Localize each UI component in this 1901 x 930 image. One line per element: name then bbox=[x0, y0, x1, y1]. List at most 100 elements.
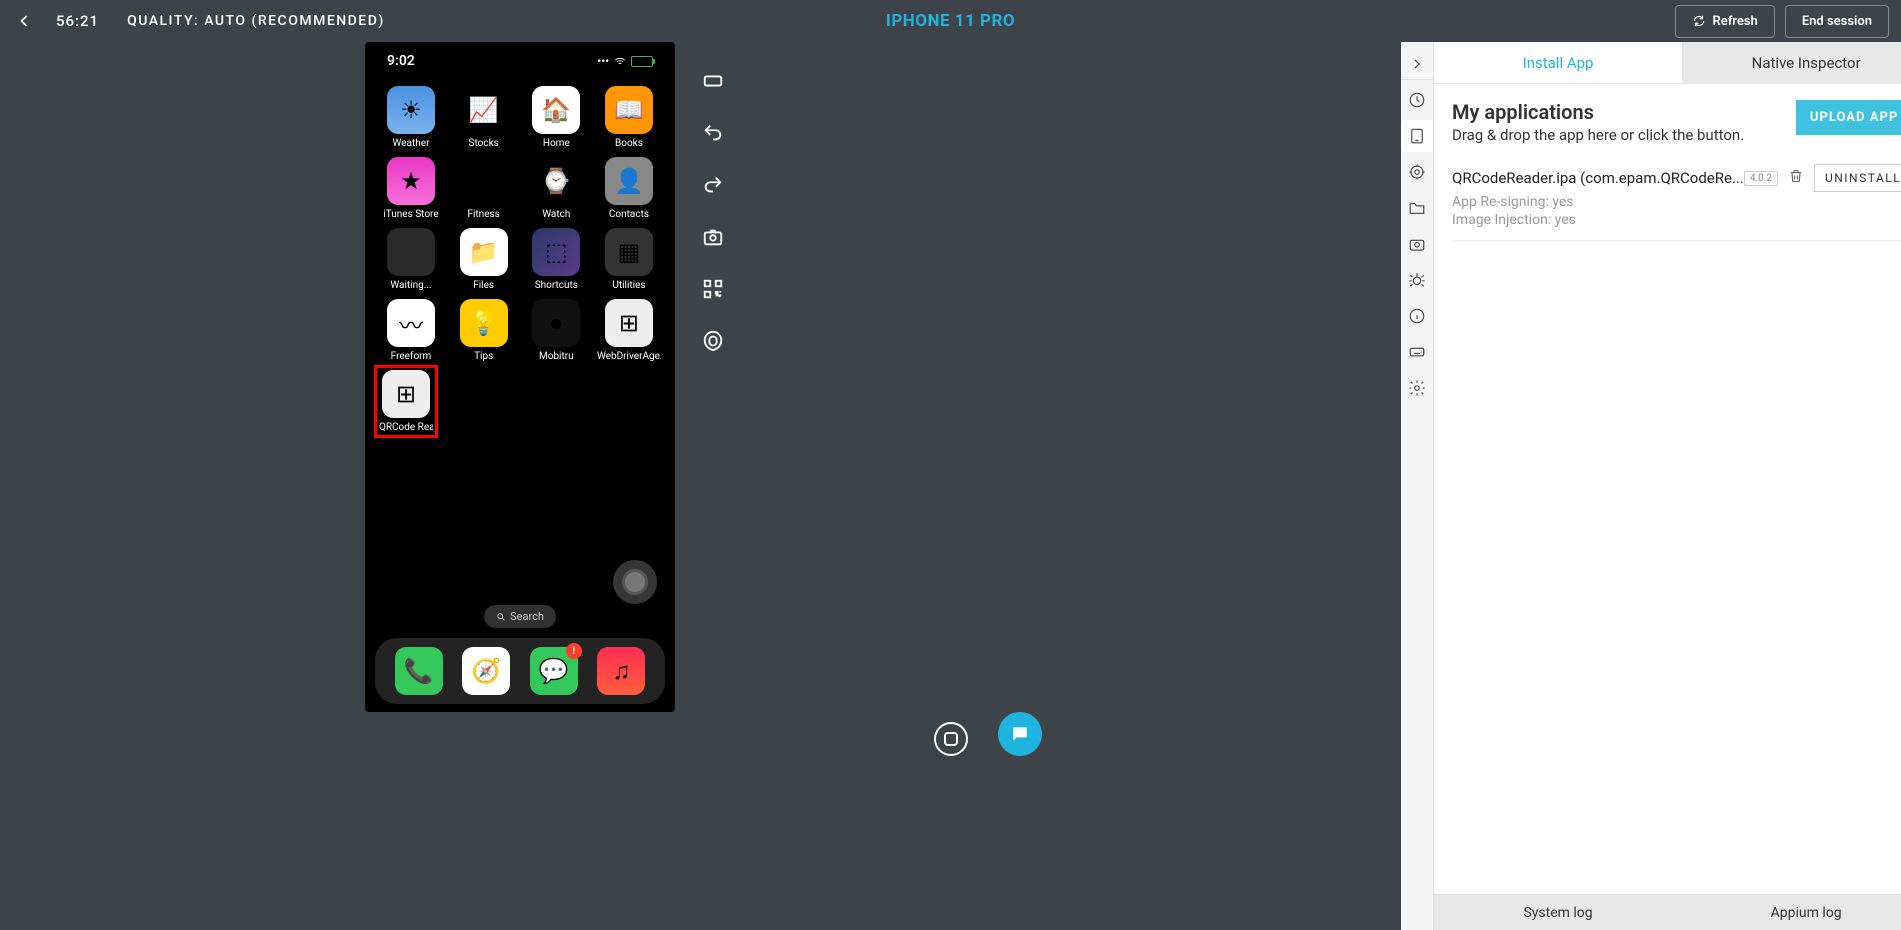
dock-messages[interactable]: 💬! bbox=[530, 647, 578, 695]
app-label: Books bbox=[597, 138, 661, 149]
rail-folder-icon[interactable] bbox=[1401, 192, 1433, 224]
app-entry: QRCodeReader.ipa (com.epam.QRCodeRe... 4… bbox=[1452, 164, 1901, 241]
upload-hint: Drag & drop the app here or click the bu… bbox=[1452, 126, 1744, 144]
music-icon: ♫ bbox=[597, 647, 645, 695]
app-label: Home bbox=[524, 138, 588, 149]
app-mobitru[interactable]: ● Mobitru bbox=[524, 299, 588, 362]
refresh-label: Refresh bbox=[1712, 14, 1757, 29]
app-label: QRCode Reader bbox=[379, 422, 433, 433]
fitness-icon: ◯ bbox=[460, 157, 508, 205]
watch-icon: ⌚ bbox=[532, 157, 580, 205]
chat-fab[interactable] bbox=[998, 712, 1042, 756]
app-label: Files bbox=[452, 280, 516, 291]
tab-native-inspector[interactable]: Native Inspector bbox=[1682, 42, 1901, 83]
app-label: Fitness bbox=[452, 209, 516, 220]
uninstall-button[interactable]: UNINSTALL bbox=[1814, 164, 1901, 192]
app-webdriverage-[interactable]: ⊞ WebDriverAge... bbox=[597, 299, 661, 362]
back-arrow[interactable] bbox=[12, 9, 36, 33]
app-label: Watch bbox=[524, 209, 588, 220]
app-resigning-status: App Re-signing: yes bbox=[1452, 194, 1901, 210]
freeform-icon: 〰 bbox=[387, 299, 435, 347]
waiting-icon bbox=[387, 228, 435, 276]
rotate-icon[interactable] bbox=[700, 68, 726, 94]
assistive-touch[interactable] bbox=[613, 560, 657, 604]
app-utilities[interactable]: ▦ Utilities bbox=[597, 228, 661, 291]
app-label: Tips bbox=[452, 351, 516, 362]
phone-icon: 📞 bbox=[395, 647, 443, 695]
app-watch[interactable]: ⌚ Watch bbox=[524, 157, 588, 220]
contacts-icon: 👤 bbox=[605, 157, 653, 205]
safari-icon: 🧭 bbox=[462, 647, 510, 695]
device-title: IPHONE 11 PRO bbox=[886, 11, 1015, 31]
search-label: Search bbox=[510, 610, 544, 623]
rail-settings-icon[interactable] bbox=[1401, 372, 1433, 404]
image-injection-status: Image Injection: yes bbox=[1452, 212, 1901, 228]
rail-bug-icon[interactable] bbox=[1401, 264, 1433, 296]
app-stocks[interactable]: 📈Stocks bbox=[452, 86, 516, 149]
app-weather[interactable]: ☀ Weather bbox=[379, 86, 443, 149]
rail-location-icon[interactable] bbox=[1401, 156, 1433, 188]
device-screen[interactable]: 9:02 ••• ☀Weather📈Stocks🏠Home📖Books★iTun… bbox=[365, 42, 675, 712]
my-applications-title: My applications bbox=[1452, 100, 1744, 124]
tab-system-log[interactable]: System log bbox=[1434, 895, 1682, 930]
tab-appium-log[interactable]: Appium log bbox=[1682, 895, 1901, 930]
dock: 📞 🧭 💬! ♫ bbox=[375, 638, 665, 704]
rail-device-icon[interactable] bbox=[1401, 120, 1433, 152]
status-icons: ••• bbox=[597, 55, 653, 68]
spotlight-search[interactable]: Search bbox=[484, 605, 556, 628]
app-waiting-[interactable]: Waiting... bbox=[379, 228, 443, 291]
undo-icon[interactable] bbox=[700, 120, 726, 146]
biometric-icon[interactable] bbox=[700, 328, 726, 354]
itunes-icon: ★ bbox=[387, 157, 435, 205]
qr-icon[interactable] bbox=[700, 276, 726, 302]
app-tips[interactable]: 💡 Tips bbox=[452, 299, 516, 362]
qr-icon: ⊞ bbox=[382, 370, 430, 418]
end-session-button[interactable]: End session bbox=[1785, 5, 1889, 38]
refresh-button[interactable]: Refresh bbox=[1675, 5, 1774, 38]
app-files[interactable]: 📁Files bbox=[452, 228, 516, 291]
wda-icon: ⊞ bbox=[605, 299, 653, 347]
rail-clock-icon[interactable] bbox=[1401, 84, 1433, 116]
app-contacts[interactable]: 👤 Contacts bbox=[597, 157, 661, 220]
app-label: Shortcuts bbox=[524, 280, 588, 291]
mobitru-icon: ● bbox=[532, 299, 580, 347]
dock-safari[interactable]: 🧭 bbox=[462, 647, 510, 695]
rail-info-icon[interactable] bbox=[1401, 300, 1433, 332]
upload-app-button[interactable]: UPLOAD APP bbox=[1796, 100, 1901, 135]
tab-install-app[interactable]: Install App bbox=[1434, 42, 1682, 83]
delete-app-icon[interactable] bbox=[1788, 168, 1804, 188]
app-label: Utilities bbox=[597, 280, 661, 291]
weather-icon: ☀ bbox=[387, 86, 435, 134]
books-icon: 📖 bbox=[605, 86, 653, 134]
app-fitness[interactable]: ◯ Fitness bbox=[452, 157, 516, 220]
rail-camera-icon[interactable] bbox=[1401, 228, 1433, 260]
app-label: Freeform bbox=[379, 351, 443, 362]
dock-music[interactable]: ♫ bbox=[597, 647, 645, 695]
rail-keyboard-icon[interactable] bbox=[1401, 336, 1433, 368]
app-entry-name: QRCodeReader.ipa (com.epam.QRCodeRe... bbox=[1452, 169, 1744, 187]
app-itunes-store[interactable]: ★ iTunes Store bbox=[379, 157, 443, 220]
app-shortcuts[interactable]: ⬚ Shortcuts bbox=[524, 228, 588, 291]
quality-label[interactable]: QUALITY: AUTO (RECOMMENDED) bbox=[127, 13, 385, 29]
dock-phone[interactable]: 📞 bbox=[395, 647, 443, 695]
home-button[interactable] bbox=[934, 722, 968, 756]
app-label: WebDriverAge... bbox=[597, 351, 661, 362]
shortcuts-icon: ⬚ bbox=[532, 228, 580, 276]
collapse-panel-icon[interactable] bbox=[1401, 48, 1433, 80]
app-label: Weather bbox=[379, 138, 443, 149]
app-label: Contacts bbox=[597, 209, 661, 220]
app-home[interactable]: 🏠Home bbox=[524, 86, 588, 149]
app-label: Stocks bbox=[452, 138, 516, 149]
screenshot-icon[interactable] bbox=[700, 224, 726, 250]
app-label: iTunes Store bbox=[379, 209, 443, 220]
app-qrcode-reader[interactable]: ⊞ QRCode Reader bbox=[374, 365, 438, 438]
redo-icon[interactable] bbox=[700, 172, 726, 198]
notification-badge: ! bbox=[566, 643, 582, 659]
utilities-icon: ▦ bbox=[605, 228, 653, 276]
tips-icon: 💡 bbox=[460, 299, 508, 347]
app-books[interactable]: 📖 Books bbox=[597, 86, 661, 149]
end-session-label: End session bbox=[1802, 14, 1872, 29]
app-label: Mobitru bbox=[524, 351, 588, 362]
app-label: Waiting... bbox=[379, 280, 443, 291]
app-freeform[interactable]: 〰 Freeform bbox=[379, 299, 443, 362]
